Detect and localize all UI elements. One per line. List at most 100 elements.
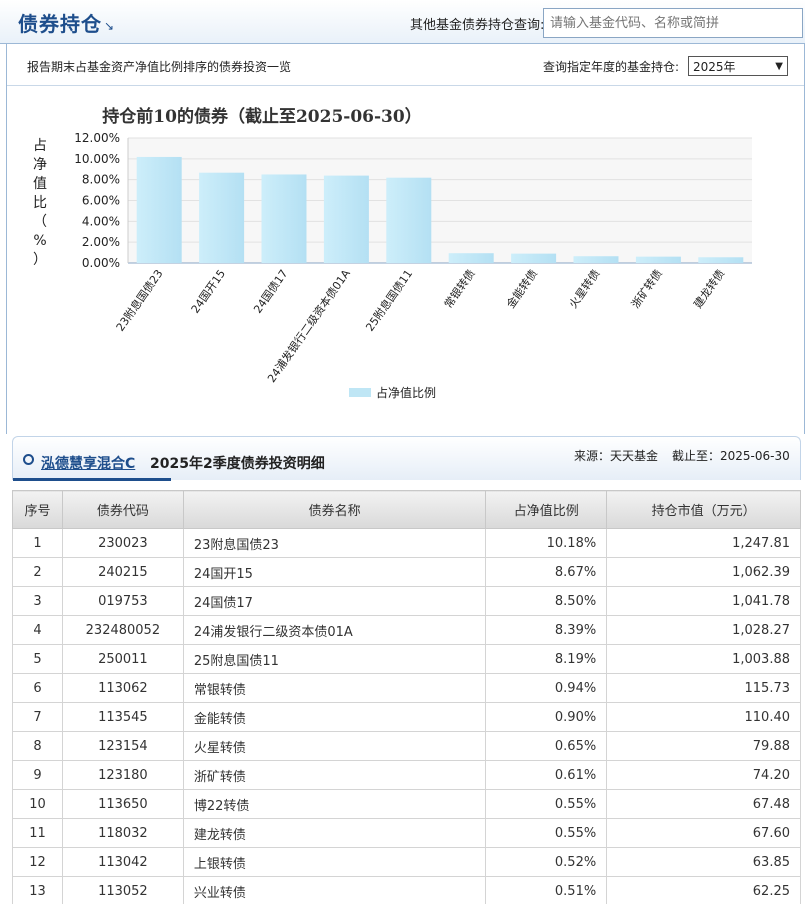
bond-name: 24浦发银行二级资本债01A <box>182 615 487 645</box>
bond-name: 建龙转债 <box>182 818 487 848</box>
y-tick-label: 12.00% <box>74 131 120 145</box>
bar <box>136 156 182 263</box>
row-index: 2 <box>12 557 63 587</box>
bond-code: 118032 <box>61 818 184 848</box>
bond-code: 113062 <box>61 673 184 703</box>
row-index: 6 <box>12 673 63 703</box>
market-value: 79.88 <box>606 731 801 761</box>
net-value-percent: 0.90% <box>485 702 608 732</box>
bar <box>448 253 494 263</box>
market-value: 63.85 <box>606 847 801 877</box>
header-percent: 占净值比例 <box>485 490 608 529</box>
bond-code: 232480052 <box>61 615 184 645</box>
y-tick-label: 10.00% <box>74 152 120 166</box>
net-value-percent: 0.61% <box>485 760 608 790</box>
bar <box>635 256 681 263</box>
x-tick-label: 24国债17 <box>250 267 290 316</box>
net-value-percent: 0.55% <box>485 818 608 848</box>
x-tick-label: 23附息国债23 <box>113 267 166 334</box>
market-value: 1,041.78 <box>606 586 801 616</box>
fund-name-link[interactable]: 泓德慧享混合C <box>41 453 135 473</box>
table-row: 5 250011 25附息国债11 8.19% 1,003.88 <box>12 644 801 674</box>
bond-code: 113545 <box>61 702 184 732</box>
row-index: 12 <box>12 847 63 877</box>
market-value: 74.20 <box>606 760 801 790</box>
bar <box>698 257 744 263</box>
header-market-value: 持仓市值（万元） <box>606 490 801 529</box>
market-value: 1,003.88 <box>606 644 801 674</box>
detail-header: 泓德慧享混合C 2025年2季度债券投资明细 来源：天天基金 截止至：2025-0… <box>12 436 801 481</box>
row-index: 9 <box>12 760 63 790</box>
x-tick-label: 25附息国债11 <box>362 267 415 334</box>
tab-underline <box>13 478 171 481</box>
bond-name: 24国债17 <box>182 586 487 616</box>
x-tick-label: 建龙转债 <box>691 267 728 311</box>
bar <box>323 175 369 263</box>
table-row: 6 113062 常银转债 0.94% 115.73 <box>12 673 801 703</box>
bond-code: 123180 <box>61 760 184 790</box>
bond-holdings-chart: 持仓前10的债券（截止至2025-06-30） 0.00% 2.00% 4.00% 6.… <box>33 106 752 400</box>
bond-name: 博22转债 <box>182 789 487 819</box>
chevron-down-icon: ▼ <box>775 60 783 72</box>
market-value: 110.40 <box>606 702 801 732</box>
detail-period-title: 2025年2季度债券投资明细 <box>150 456 325 472</box>
table-row: 9 123180 浙矿转债 0.61% 74.20 <box>12 760 801 790</box>
corner-arrow-icon[interactable]: ↘ <box>104 19 114 33</box>
y-tick-label: 2.00% <box>82 235 120 249</box>
table-row: 3 019753 24国债17 8.50% 1,041.78 <box>12 586 801 616</box>
source-text: 来源：天天基金 <box>574 449 659 463</box>
year-select[interactable]: 2025年 ▼ <box>688 56 788 76</box>
section-ring-icon <box>23 454 34 465</box>
fund-query-label: 其他基金债券持仓查询: <box>410 18 545 33</box>
net-value-percent: 8.19% <box>485 644 608 674</box>
y-tick-label: 6.00% <box>82 194 120 208</box>
market-value: 67.48 <box>606 789 801 819</box>
bond-name: 浙矿转债 <box>182 760 487 790</box>
year-select-value: 2025年 <box>693 59 736 74</box>
year-select-label: 查询指定年度的基金持仓: <box>543 60 680 74</box>
x-tick-label: 浙矿转债 <box>628 267 665 311</box>
market-value: 1,247.81 <box>606 528 801 558</box>
x-tick-label: 金能转债 <box>503 267 540 311</box>
table-row: 7 113545 金能转债 0.90% 110.40 <box>12 702 801 732</box>
fund-search-input[interactable] <box>543 8 803 38</box>
bond-name: 25附息国债11 <box>182 644 487 674</box>
net-value-percent: 8.67% <box>485 557 608 587</box>
row-index: 10 <box>12 789 63 819</box>
y-tick-label: 8.00% <box>82 173 120 187</box>
bond-name: 24国开15 <box>182 557 487 587</box>
bond-code: 019753 <box>61 586 184 616</box>
row-index: 1 <box>12 528 63 558</box>
bar <box>573 256 619 263</box>
legend-swatch <box>349 388 371 397</box>
table-row: 13 113052 兴业转债 0.51% 62.25 <box>12 876 801 904</box>
net-value-percent: 0.51% <box>485 876 608 904</box>
bond-code: 113042 <box>61 847 184 877</box>
x-tick-label: 常银转债 <box>441 267 478 311</box>
net-value-percent: 0.55% <box>485 789 608 819</box>
net-value-percent: 8.50% <box>485 586 608 616</box>
x-tick-label: 24国开15 <box>189 267 228 315</box>
row-index: 3 <box>12 586 63 616</box>
net-value-percent: 8.39% <box>485 615 608 645</box>
table-header-row: 序号 债券代码 债券名称 占净值比例 持仓市值（万元） <box>12 490 801 529</box>
y-tick-label: 0.00% <box>82 256 120 270</box>
x-tick-label: 火星转债 <box>566 267 603 311</box>
holdings-table: 序号 债券代码 债券名称 占净值比例 持仓市值（万元） 1 230023 23附息国… <box>12 490 801 904</box>
bond-name: 兴业转债 <box>182 876 487 904</box>
holdings-description: 报告期末占基金资产净值比例排序的债券投资一览 <box>27 60 292 74</box>
bond-code: 230023 <box>61 528 184 558</box>
page-header: 债券持仓 ↘ 其他基金债券持仓查询: <box>0 0 805 44</box>
bond-name: 23附息国债23 <box>182 528 487 558</box>
chart-title: 持仓前10的债券（截止至2025-06-30） <box>102 106 421 127</box>
table-row: 2 240215 24国开15 8.67% 1,062.39 <box>12 557 801 587</box>
chart-subbar: 报告期末占基金资产净值比例排序的债券投资一览 查询指定年度的基金持仓: 2025… <box>7 44 804 86</box>
market-value: 1,062.39 <box>606 557 801 587</box>
row-index: 11 <box>12 818 63 848</box>
net-value-percent: 0.94% <box>485 673 608 703</box>
net-value-percent: 10.18% <box>485 528 608 558</box>
bond-code: 113052 <box>61 876 184 904</box>
table-row: 1 230023 23附息国债23 10.18% 1,247.81 <box>12 528 801 558</box>
bond-code: 123154 <box>61 731 184 761</box>
header-index: 序号 <box>12 490 63 529</box>
